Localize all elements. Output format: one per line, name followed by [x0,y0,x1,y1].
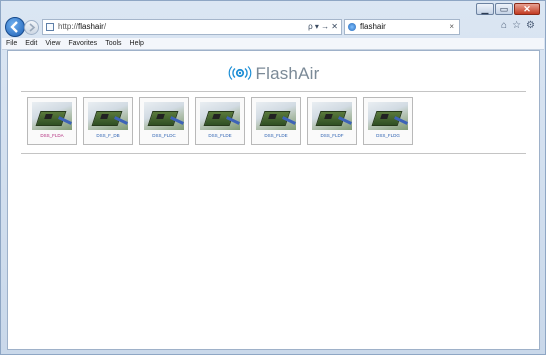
menu-file[interactable]: File [6,38,17,49]
thumbnail-caption[interactable]: DSS_FLDE [196,133,244,138]
thumbnail-item[interactable]: DSS_FLDF [307,97,357,145]
address-url: http://flashair/ [58,22,107,31]
thumbnail-item[interactable]: DSS_FLDA [27,97,77,145]
thumbnail-caption[interactable]: DSS_FLDE [252,133,300,138]
address-bar[interactable]: http://flashair/ ρ ▾ → ✕ [42,19,342,35]
page-icon [46,23,54,31]
logo-text: FlashAir [255,64,320,83]
minimize-icon: ▁ [481,4,489,14]
menu-favorites[interactable]: Favorites [68,38,97,49]
divider-bottom [21,153,526,154]
thumbnail-item[interactable]: DSS_FLDC [139,97,189,145]
thumbnail-caption[interactable]: DSS_FLDG [364,133,412,138]
forward-arrow-icon [29,23,36,32]
back-button[interactable] [5,17,25,37]
thumbnail-list: DSS_FLDA DSS_F_DB DSS_FLDC DSS_FLDE DSS_… [27,97,413,145]
thumbnail-item[interactable]: DSS_FLDE [251,97,301,145]
thumbnail-item[interactable]: DSS_FLDE [195,97,245,145]
thumbnail-caption[interactable]: DSS_F_DB [84,133,132,138]
navigation-bar: http://flashair/ ρ ▾ → ✕ flashair × ⌂ ☆ … [5,17,541,37]
back-arrow-icon [10,21,18,33]
address-controls[interactable]: ρ ▾ → ✕ [308,20,338,34]
thumbnail-image[interactable] [256,102,296,130]
window-caption-buttons: ▁ ▭ ✕ [475,3,540,15]
favorites-star-icon[interactable]: ☆ [512,19,521,33]
home-icon[interactable]: ⌂ [501,19,507,33]
maximize-button[interactable]: ▭ [495,3,513,15]
thumbnail-caption[interactable]: DSS_FLDC [140,133,188,138]
page-content: FlashAir DSS_FLDA DSS_F_DB DSS_FLDC DSS_… [7,50,540,350]
menu-edit[interactable]: Edit [25,38,37,49]
wifi-signal-logo-icon [228,66,251,80]
tab-close-button[interactable]: × [449,20,454,34]
thumbnail-caption[interactable]: DSS_FLDA [28,133,76,138]
toolbar-icons: ⌂ ☆ ⚙ [501,19,535,33]
close-window-button[interactable]: ✕ [514,3,540,15]
menu-help[interactable]: Help [130,38,144,49]
thumbnail-image[interactable] [368,102,408,130]
flashair-logo: FlashAir [8,64,539,84]
divider-top [21,91,526,92]
thumbnail-item[interactable]: DSS_FLDG [363,97,413,145]
thumbnail-image[interactable] [144,102,184,130]
ie-tab-icon [348,23,356,31]
thumbnail-image[interactable] [88,102,128,130]
thumbnail-item[interactable]: DSS_F_DB [83,97,133,145]
gear-icon[interactable]: ⚙ [526,19,535,33]
thumbnail-caption[interactable]: DSS_FLDF [308,133,356,138]
forward-button[interactable] [24,20,39,35]
thumbnail-image[interactable] [200,102,240,130]
tab-flashair[interactable]: flashair × [344,19,460,35]
browser-window: ▁ ▭ ✕ http://flashair/ ρ ▾ → ✕ flashair … [0,0,546,355]
maximize-icon: ▭ [499,4,509,14]
thumbnail-image[interactable] [312,102,352,130]
menu-bar: File Edit View Favorites Tools Help [2,38,544,50]
close-icon: ✕ [523,4,531,14]
menu-tools[interactable]: Tools [105,38,121,49]
menu-view[interactable]: View [45,38,60,49]
minimize-button[interactable]: ▁ [476,3,494,15]
thumbnail-image[interactable] [32,102,72,130]
tab-title: flashair [360,22,386,31]
